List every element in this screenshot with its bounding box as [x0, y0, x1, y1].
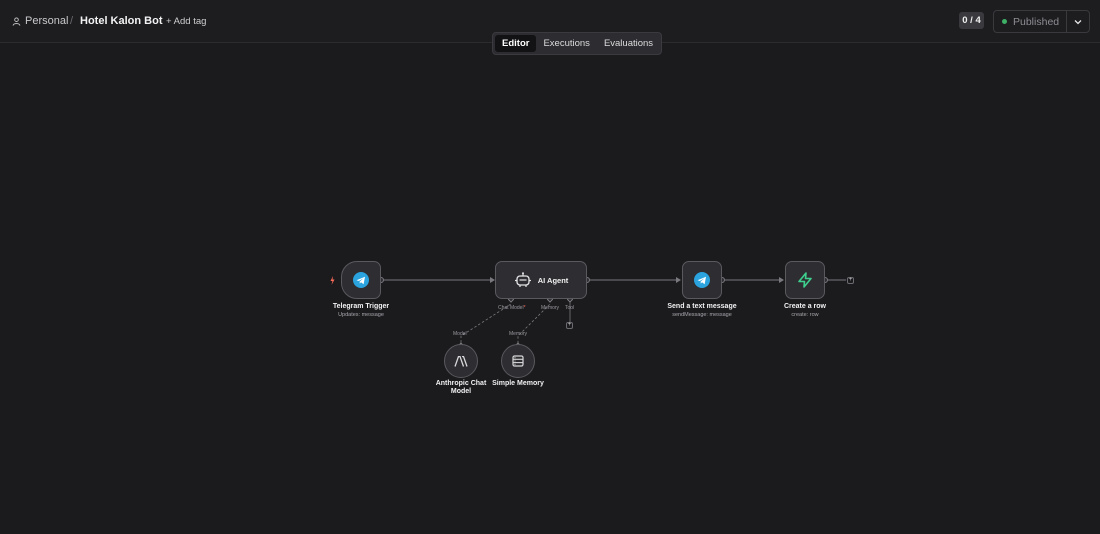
node-send-text-message[interactable] — [682, 261, 722, 299]
breadcrumb-personal-label: Personal — [25, 15, 69, 27]
node-label-create-row: Create a row — [783, 303, 827, 310]
node-ai-agent[interactable]: AI Agent — [495, 261, 587, 299]
node-label-anthropic: Anthropic Chat Model — [435, 380, 487, 395]
publish-dropdown-button[interactable] — [1066, 11, 1089, 32]
handle-label-tool: Tool — [565, 305, 575, 311]
add-tag-button[interactable]: + Add tag — [166, 14, 206, 28]
node-sub-send-text-message: sendMessage: message — [672, 312, 732, 318]
node-create-row[interactable] — [785, 261, 825, 299]
node-anthropic-chat-model[interactable] — [444, 344, 478, 378]
node-simple-memory[interactable] — [501, 344, 535, 378]
workflow-title[interactable]: Hotel Kalon Bot — [80, 14, 163, 28]
node-telegram-trigger[interactable] — [341, 261, 381, 299]
database-icon — [512, 355, 524, 367]
workflow-canvas[interactable]: Telegram Trigger Updates: message AI Age… — [0, 44, 1100, 534]
chevron-down-icon — [1074, 19, 1082, 24]
add-tool-button[interactable]: + — [566, 322, 573, 329]
breadcrumb-personal[interactable]: Personal — [12, 14, 68, 28]
telegram-icon — [353, 272, 369, 288]
breadcrumb-separator: / — [70, 15, 74, 27]
publish-control: Published — [993, 10, 1090, 33]
handle-label-memory-sub: Memory — [509, 331, 528, 337]
trigger-lightning-icon — [330, 276, 335, 285]
handle-label-model: Model — [453, 331, 467, 337]
node-label-telegram-trigger: Telegram Trigger — [332, 303, 390, 310]
node-label-ai-agent: AI Agent — [537, 275, 569, 285]
status-dot — [1002, 19, 1007, 24]
node-label-send-text-message: Send a text message — [667, 303, 737, 310]
supabase-icon — [798, 272, 812, 288]
published-button[interactable]: Published — [994, 11, 1066, 32]
user-icon — [12, 16, 21, 26]
node-sub-create-row: create: row — [791, 312, 819, 318]
node-label-simple-memory: Simple Memory — [492, 380, 544, 387]
node-sub-telegram-trigger: Updates: message — [338, 312, 384, 318]
step-counter-badge: 0 / 4 — [959, 12, 984, 29]
telegram-icon — [694, 272, 710, 288]
add-next-node-button[interactable]: + — [847, 277, 854, 284]
handle-label-chat-model: Chat Model* — [498, 305, 526, 311]
robot-icon — [514, 272, 531, 287]
published-label: Published — [1013, 15, 1060, 28]
handle-label-memory: Memory — [541, 305, 560, 311]
anthropic-icon — [454, 355, 468, 367]
